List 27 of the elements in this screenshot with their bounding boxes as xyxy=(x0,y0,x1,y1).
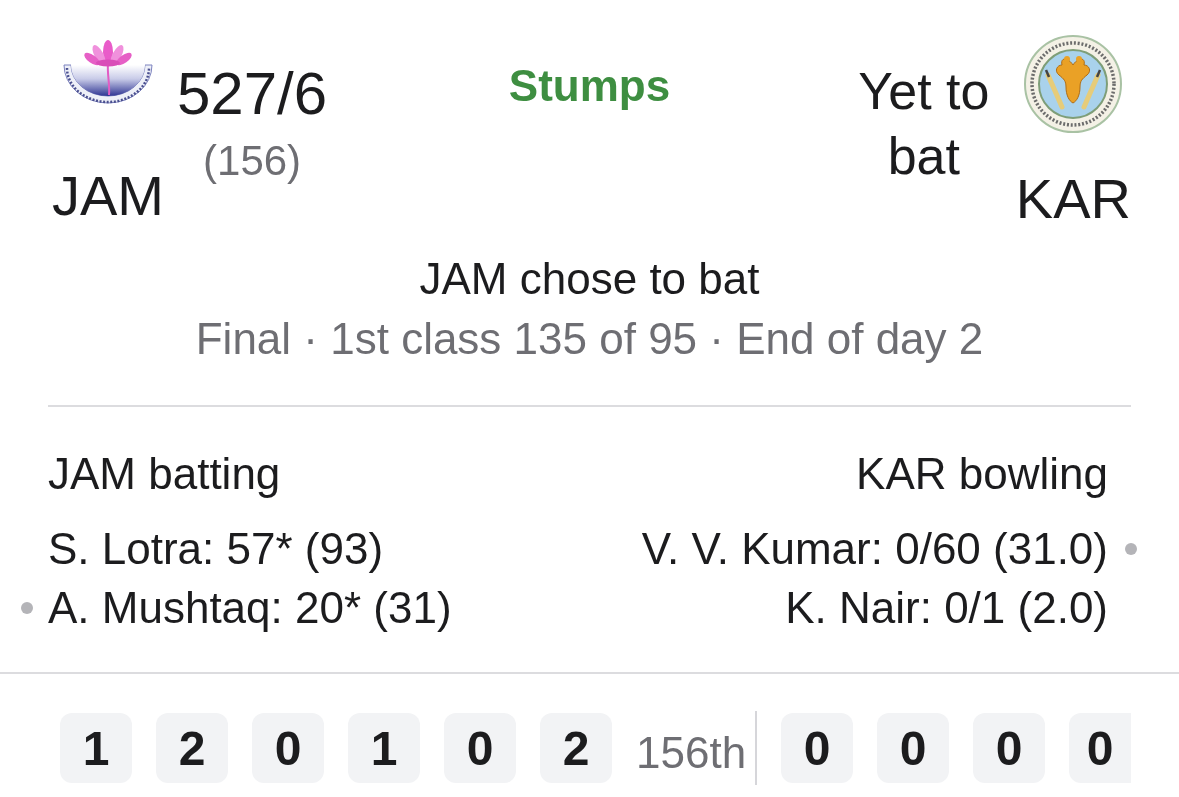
ball-result: 1 xyxy=(348,713,420,783)
match-status: Stumps xyxy=(508,64,671,108)
team-name: JAM xyxy=(52,168,164,224)
ball-result: 0 xyxy=(1069,713,1131,783)
batter-score: A. Mushtaq: 20* (31) xyxy=(48,582,452,634)
ball-result: 0 xyxy=(252,713,324,783)
team-score: 527/6 xyxy=(177,64,328,124)
ball-result: 2 xyxy=(156,713,228,783)
toss-result: JAM chose to bat xyxy=(419,253,760,305)
bowling-title: KAR bowling xyxy=(856,448,1108,500)
ball-result: 2 xyxy=(540,713,612,783)
lotus-crest-icon xyxy=(63,38,153,104)
ball-result: 0 xyxy=(877,713,950,783)
bird-crest-icon xyxy=(1024,35,1123,133)
over-number: 156th xyxy=(636,728,747,778)
batter-score: S. Lotra: 57* (93) xyxy=(48,523,384,575)
ball-result: 0 xyxy=(781,713,854,783)
overs-count: (156) xyxy=(203,140,302,182)
batting-status: Yet to bat xyxy=(857,61,991,187)
ball-result: 0 xyxy=(444,713,516,783)
team-name: KAR xyxy=(1015,171,1131,227)
ball-result: 1 xyxy=(60,713,132,783)
bowler-figures: K. Nair: 0/1 (2.0) xyxy=(785,582,1108,634)
batting-title: JAM batting xyxy=(48,448,282,500)
ball-result: 0 xyxy=(973,713,1046,783)
match-info: Final · 1st class 135 of 95 · End of day 2 xyxy=(195,313,984,365)
bowler-figures: V. V. Kumar: 0/60 (31.0) xyxy=(641,523,1108,575)
